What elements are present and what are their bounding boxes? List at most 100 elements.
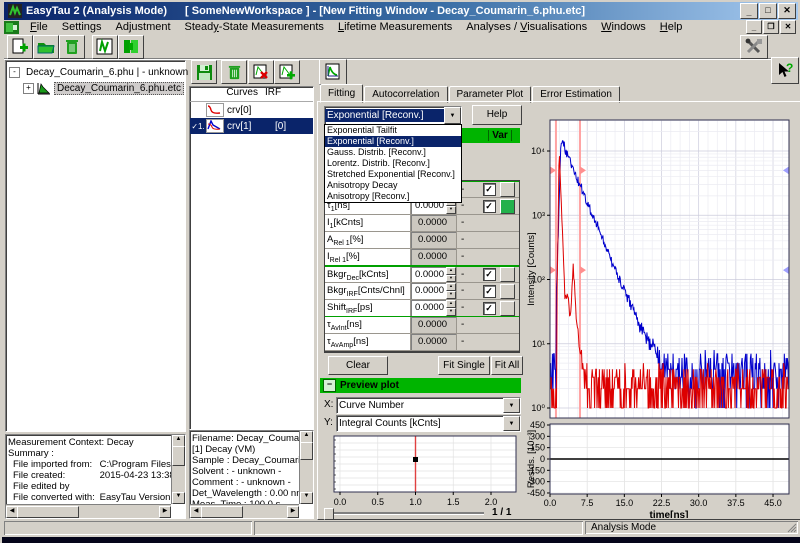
param-btn-cell	[499, 182, 515, 197]
expand-expander-icon[interactable]: +	[23, 83, 34, 94]
app-icon	[8, 4, 22, 18]
mdi-child-icon[interactable]	[4, 21, 19, 34]
delete-button[interactable]	[59, 35, 85, 59]
delete-curve-button[interactable]	[221, 60, 247, 84]
model-combobox[interactable]: Exponential [Reconv.] ▼	[324, 106, 462, 125]
fit-single-button[interactable]: Fit Single	[438, 356, 490, 375]
param-value-input[interactable]: 0.0000▲▼	[411, 300, 457, 316]
menu-file[interactable]: File	[23, 20, 55, 34]
menu-windows[interactable]: Windows	[594, 20, 653, 34]
spin-down-icon[interactable]: ▼	[446, 291, 456, 299]
menu-settings[interactable]: Settings	[55, 20, 109, 34]
analysis-panel-button[interactable]	[118, 35, 144, 59]
fitting-window-button[interactable]	[319, 59, 347, 85]
model-option[interactable]: Anisotropy [Reconv.]	[325, 191, 461, 202]
add-curve-button[interactable]	[274, 60, 300, 84]
remove-curve-button[interactable]	[248, 60, 274, 84]
preview-plot[interactable]: 0.00.51.01.52.0	[320, 434, 522, 508]
context-help-button[interactable]: ?	[771, 57, 799, 84]
chevron-down-icon[interactable]: ▼	[503, 416, 520, 431]
fileinfo-vscrollbar[interactable]: ▲ ▼	[299, 431, 313, 504]
model-option[interactable]: Gauss. Distrib. [Reconv.]	[325, 147, 461, 158]
chart-window-button[interactable]	[92, 35, 118, 59]
resize-grip-icon[interactable]	[787, 523, 797, 533]
tree-child-label[interactable]: Decay_Coumarin_6.phu.etc	[54, 82, 184, 95]
param-error-value: -	[457, 317, 479, 333]
spin-up-icon[interactable]: ▲	[446, 283, 456, 291]
file-info-line: Solvent : - unknown -	[192, 466, 299, 477]
preview-plot-header: − Preview plot	[320, 378, 521, 393]
maximize-button[interactable]: □	[759, 3, 777, 19]
preview-slider-handle[interactable]	[324, 508, 334, 520]
title-bar[interactable]: EasyTau 2 (Analysis Mode) [ SomeNewWorks…	[4, 2, 798, 20]
collapse-section-button[interactable]: −	[323, 379, 336, 392]
mdi-minimize-button[interactable]: _	[746, 20, 762, 34]
help-button[interactable]: Help	[472, 105, 522, 125]
vary-checkbox[interactable]: ✓	[483, 183, 496, 196]
save-curve-button[interactable]	[191, 60, 217, 84]
chevron-down-icon[interactable]: ▼	[444, 107, 461, 124]
vary-checkbox[interactable]: ✓	[483, 268, 496, 281]
spinner-buttons[interactable]: ▲▼	[446, 267, 456, 282]
vary-checkbox[interactable]: ✓	[483, 302, 496, 315]
param-link-button[interactable]	[500, 182, 515, 197]
model-option[interactable]: Exponential [Reconv.]	[325, 136, 461, 147]
context-hscrollbar[interactable]: ◀ ▶	[6, 504, 171, 518]
close-button[interactable]: ✕	[778, 3, 796, 19]
curve-list-item[interactable]: crv[0]	[190, 102, 313, 118]
decay-plot[interactable]: 10⁰10¹10²10³10⁴Intensity [Counts]4503001…	[526, 100, 800, 518]
spin-down-icon[interactable]: ▼	[446, 275, 456, 283]
menu-analyses-visualisations[interactable]: Analyses / Visualisations	[459, 20, 594, 34]
param-check-cell	[479, 334, 499, 350]
irf-column-header[interactable]: IRF	[258, 87, 288, 101]
model-option[interactable]: Lorentz. Distrib. [Reconv.]	[325, 158, 461, 169]
open-workspace-button[interactable]	[33, 35, 59, 59]
spinner-buttons[interactable]: ▲▼	[446, 283, 456, 299]
preview-x-combobox[interactable]: Curve Number ▼	[336, 397, 521, 414]
menu-steady-state-measurements[interactable]: Steady-State Measurements	[178, 20, 331, 34]
menu-adjustment[interactable]: Adjustment	[109, 20, 178, 34]
clear-button[interactable]: Clear	[328, 356, 388, 375]
spinner-buttons[interactable]: ▲▼	[446, 300, 456, 316]
curve-list-item[interactable]: ✓1.crv[1][0]	[190, 118, 313, 134]
param-link-button[interactable]	[500, 267, 515, 282]
spin-down-icon[interactable]: ▼	[446, 308, 456, 316]
model-dropdown-list[interactable]: Exponential TailfitExponential [Reconv.]…	[324, 124, 462, 203]
minimize-button[interactable]: _	[740, 3, 758, 19]
param-link-button[interactable]	[500, 301, 515, 316]
spin-down-icon[interactable]: ▼	[446, 206, 456, 214]
new-document-button[interactable]	[7, 35, 33, 59]
x-tick-label: 15.0	[616, 498, 634, 508]
chevron-down-icon[interactable]: ▼	[503, 398, 520, 413]
fileinfo-hscrollbar[interactable]: ◀ ▶	[190, 504, 299, 518]
tree-root-item[interactable]: - Decay_Coumarin_6.phu | - unknown -	[9, 64, 185, 80]
vary-checkbox[interactable]: ✓	[483, 285, 496, 298]
context-vscrollbar[interactable]: ▲ ▼	[171, 435, 185, 504]
param-link-button[interactable]	[500, 284, 515, 299]
tree-child-item[interactable]: + Decay_Coumarin_6.phu.etc	[23, 80, 185, 96]
preview-slider-track[interactable]	[324, 512, 484, 514]
fit-all-button[interactable]: Fit All	[491, 356, 523, 375]
mdi-close-button[interactable]: ✕	[780, 20, 796, 34]
mdi-restore-button[interactable]: ❐	[763, 20, 779, 34]
param-value-input[interactable]: 0.0000▲▼	[411, 283, 457, 299]
menu-help[interactable]: Help	[653, 20, 690, 34]
file-info-line: Sample : Decay_Coumarin_6.phu	[192, 455, 299, 466]
param-row: τAvAmp[ns]0.0000-	[325, 334, 519, 351]
param-link-button[interactable]	[500, 199, 515, 214]
collapse-expander-icon[interactable]: -	[9, 67, 20, 78]
model-option[interactable]: Exponential Tailfit	[325, 125, 461, 136]
curves-column-header[interactable]: Curves	[190, 87, 258, 101]
spin-up-icon[interactable]: ▲	[446, 267, 456, 275]
model-option[interactable]: Anisotropy Decay	[325, 180, 461, 191]
preview-data-point[interactable]	[413, 457, 418, 462]
vary-checkbox[interactable]: ✓	[483, 200, 496, 213]
param-value-input[interactable]: 0.0000▲▼	[411, 267, 457, 282]
menu-lifetime-measurements[interactable]: Lifetime Measurements	[331, 20, 459, 34]
spin-up-icon[interactable]: ▲	[446, 300, 456, 308]
model-option[interactable]: Stretched Exponential [Reconv.]	[325, 169, 461, 180]
param-label: ARel 1[%]	[325, 232, 411, 248]
preview-y-combobox[interactable]: Integral Counts [kCnts] ▼	[336, 415, 521, 432]
tools-button[interactable]	[740, 35, 768, 59]
app-title: EasyTau 2 (Analysis Mode)	[26, 5, 167, 17]
